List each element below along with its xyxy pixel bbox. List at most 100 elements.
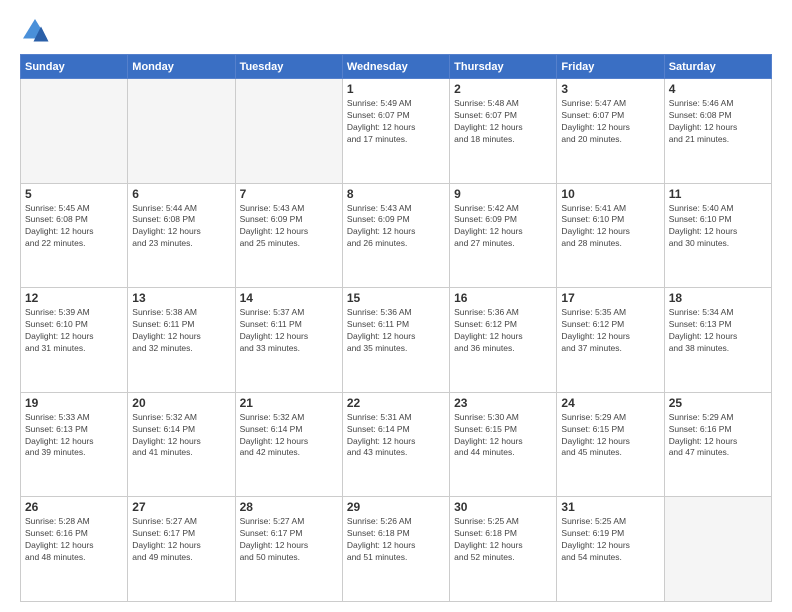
- day-number: 21: [240, 396, 338, 410]
- calendar-cell: 29 Sunrise: 5:26 AM Sunset: 6:18 PM Dayli…: [342, 497, 449, 602]
- day-number: 14: [240, 291, 338, 305]
- day-info: Sunrise: 5:38 AM Sunset: 6:11 PM Dayligh…: [132, 307, 230, 355]
- weekday-header-friday: Friday: [557, 55, 664, 79]
- calendar-cell: 20 Sunrise: 5:32 AM Sunset: 6:14 PM Dayli…: [128, 392, 235, 497]
- day-info: Sunrise: 5:36 AM Sunset: 6:12 PM Dayligh…: [454, 307, 552, 355]
- day-number: 30: [454, 500, 552, 514]
- page: SundayMondayTuesdayWednesdayThursdayFrid…: [0, 0, 792, 612]
- day-number: 15: [347, 291, 445, 305]
- calendar-cell: 22 Sunrise: 5:31 AM Sunset: 6:14 PM Dayli…: [342, 392, 449, 497]
- day-number: 3: [561, 82, 659, 96]
- day-number: 2: [454, 82, 552, 96]
- weekday-header-tuesday: Tuesday: [235, 55, 342, 79]
- day-number: 10: [561, 187, 659, 201]
- calendar-cell: 4 Sunrise: 5:46 AM Sunset: 6:08 PM Daylig…: [664, 79, 771, 184]
- day-info: Sunrise: 5:29 AM Sunset: 6:16 PM Dayligh…: [669, 412, 767, 460]
- calendar-cell: 1Sunrise: 5:49 AM Sunset: 6:07 PM Daylig…: [342, 79, 449, 184]
- day-number: 1: [347, 82, 445, 96]
- day-number: 20: [132, 396, 230, 410]
- day-info: Sunrise: 5:40 AM Sunset: 6:10 PM Dayligh…: [669, 203, 767, 251]
- day-info: Sunrise: 5:42 AM Sunset: 6:09 PM Dayligh…: [454, 203, 552, 251]
- calendar-cell: 9 Sunrise: 5:42 AM Sunset: 6:09 PM Daylig…: [450, 183, 557, 288]
- day-info: Sunrise: 5:25 AM Sunset: 6:18 PM Dayligh…: [454, 516, 552, 564]
- calendar-cell: 5Sunrise: 5:45 AM Sunset: 6:08 PM Daylig…: [21, 183, 128, 288]
- day-number: 19: [25, 396, 123, 410]
- weekday-header-saturday: Saturday: [664, 55, 771, 79]
- calendar-cell: 13 Sunrise: 5:38 AM Sunset: 6:11 PM Dayli…: [128, 288, 235, 393]
- calendar-cell: [128, 79, 235, 184]
- calendar-cell: 28 Sunrise: 5:27 AM Sunset: 6:17 PM Dayli…: [235, 497, 342, 602]
- day-number: 8: [347, 187, 445, 201]
- calendar-cell: 11 Sunrise: 5:40 AM Sunset: 6:10 PM Dayli…: [664, 183, 771, 288]
- day-number: 18: [669, 291, 767, 305]
- calendar-cell: 26 Sunrise: 5:28 AM Sunset: 6:16 PM Dayli…: [21, 497, 128, 602]
- day-info: Sunrise: 5:27 AM Sunset: 6:17 PM Dayligh…: [240, 516, 338, 564]
- day-number: 24: [561, 396, 659, 410]
- day-number: 31: [561, 500, 659, 514]
- weekday-header-wednesday: Wednesday: [342, 55, 449, 79]
- calendar-cell: 7Sunrise: 5:43 AM Sunset: 6:09 PM Daylig…: [235, 183, 342, 288]
- day-number: 13: [132, 291, 230, 305]
- day-info: Sunrise: 5:25 AM Sunset: 6:19 PM Dayligh…: [561, 516, 659, 564]
- day-info: Sunrise: 5:48 AM Sunset: 6:07 PM Dayligh…: [454, 98, 552, 146]
- day-info: Sunrise: 5:30 AM Sunset: 6:15 PM Dayligh…: [454, 412, 552, 460]
- day-number: 7: [240, 187, 338, 201]
- calendar-cell: [235, 79, 342, 184]
- calendar-cell: 27 Sunrise: 5:27 AM Sunset: 6:17 PM Dayli…: [128, 497, 235, 602]
- week-row-2: 12Sunrise: 5:39 AM Sunset: 6:10 PM Dayli…: [21, 288, 772, 393]
- day-info: Sunrise: 5:28 AM Sunset: 6:16 PM Dayligh…: [25, 516, 123, 564]
- week-row-0: 1Sunrise: 5:49 AM Sunset: 6:07 PM Daylig…: [21, 79, 772, 184]
- day-info: Sunrise: 5:32 AM Sunset: 6:14 PM Dayligh…: [240, 412, 338, 460]
- day-number: 5: [25, 187, 123, 201]
- day-info: Sunrise: 5:27 AM Sunset: 6:17 PM Dayligh…: [132, 516, 230, 564]
- calendar-cell: 16 Sunrise: 5:36 AM Sunset: 6:12 PM Dayli…: [450, 288, 557, 393]
- weekday-header-sunday: Sunday: [21, 55, 128, 79]
- day-info: Sunrise: 5:44 AM Sunset: 6:08 PM Dayligh…: [132, 203, 230, 251]
- day-info: Sunrise: 5:29 AM Sunset: 6:15 PM Dayligh…: [561, 412, 659, 460]
- day-number: 23: [454, 396, 552, 410]
- day-info: Sunrise: 5:34 AM Sunset: 6:13 PM Dayligh…: [669, 307, 767, 355]
- day-info: Sunrise: 5:47 AM Sunset: 6:07 PM Dayligh…: [561, 98, 659, 146]
- weekday-header-row: SundayMondayTuesdayWednesdayThursdayFrid…: [21, 55, 772, 79]
- calendar-cell: 21 Sunrise: 5:32 AM Sunset: 6:14 PM Dayli…: [235, 392, 342, 497]
- calendar-cell: 14 Sunrise: 5:37 AM Sunset: 6:11 PM Dayli…: [235, 288, 342, 393]
- day-number: 11: [669, 187, 767, 201]
- calendar-cell: 6 Sunrise: 5:44 AM Sunset: 6:08 PM Daylig…: [128, 183, 235, 288]
- day-number: 6: [132, 187, 230, 201]
- day-number: 4: [669, 82, 767, 96]
- week-row-1: 5Sunrise: 5:45 AM Sunset: 6:08 PM Daylig…: [21, 183, 772, 288]
- header: [20, 16, 772, 46]
- day-info: Sunrise: 5:37 AM Sunset: 6:11 PM Dayligh…: [240, 307, 338, 355]
- day-number: 27: [132, 500, 230, 514]
- day-info: Sunrise: 5:31 AM Sunset: 6:14 PM Dayligh…: [347, 412, 445, 460]
- calendar-cell: 15Sunrise: 5:36 AM Sunset: 6:11 PM Dayli…: [342, 288, 449, 393]
- day-number: 17: [561, 291, 659, 305]
- weekday-header-thursday: Thursday: [450, 55, 557, 79]
- day-number: 28: [240, 500, 338, 514]
- day-number: 9: [454, 187, 552, 201]
- calendar-cell: 8Sunrise: 5:43 AM Sunset: 6:09 PM Daylig…: [342, 183, 449, 288]
- day-number: 16: [454, 291, 552, 305]
- day-info: Sunrise: 5:32 AM Sunset: 6:14 PM Dayligh…: [132, 412, 230, 460]
- day-info: Sunrise: 5:46 AM Sunset: 6:08 PM Dayligh…: [669, 98, 767, 146]
- calendar-cell: 3 Sunrise: 5:47 AM Sunset: 6:07 PM Daylig…: [557, 79, 664, 184]
- day-number: 22: [347, 396, 445, 410]
- calendar-table: SundayMondayTuesdayWednesdayThursdayFrid…: [20, 54, 772, 602]
- calendar-cell: 19Sunrise: 5:33 AM Sunset: 6:13 PM Dayli…: [21, 392, 128, 497]
- calendar-cell: 2 Sunrise: 5:48 AM Sunset: 6:07 PM Daylig…: [450, 79, 557, 184]
- day-number: 29: [347, 500, 445, 514]
- day-number: 26: [25, 500, 123, 514]
- day-info: Sunrise: 5:41 AM Sunset: 6:10 PM Dayligh…: [561, 203, 659, 251]
- weekday-header-monday: Monday: [128, 55, 235, 79]
- calendar-cell: 10 Sunrise: 5:41 AM Sunset: 6:10 PM Dayli…: [557, 183, 664, 288]
- calendar-cell: [664, 497, 771, 602]
- day-info: Sunrise: 5:39 AM Sunset: 6:10 PM Dayligh…: [25, 307, 123, 355]
- day-info: Sunrise: 5:35 AM Sunset: 6:12 PM Dayligh…: [561, 307, 659, 355]
- calendar-cell: 24 Sunrise: 5:29 AM Sunset: 6:15 PM Dayli…: [557, 392, 664, 497]
- calendar-cell: 30 Sunrise: 5:25 AM Sunset: 6:18 PM Dayli…: [450, 497, 557, 602]
- day-info: Sunrise: 5:26 AM Sunset: 6:18 PM Dayligh…: [347, 516, 445, 564]
- calendar-cell: 23 Sunrise: 5:30 AM Sunset: 6:15 PM Dayli…: [450, 392, 557, 497]
- calendar-cell: 17 Sunrise: 5:35 AM Sunset: 6:12 PM Dayli…: [557, 288, 664, 393]
- calendar-cell: 12Sunrise: 5:39 AM Sunset: 6:10 PM Dayli…: [21, 288, 128, 393]
- calendar-cell: 25Sunrise: 5:29 AM Sunset: 6:16 PM Dayli…: [664, 392, 771, 497]
